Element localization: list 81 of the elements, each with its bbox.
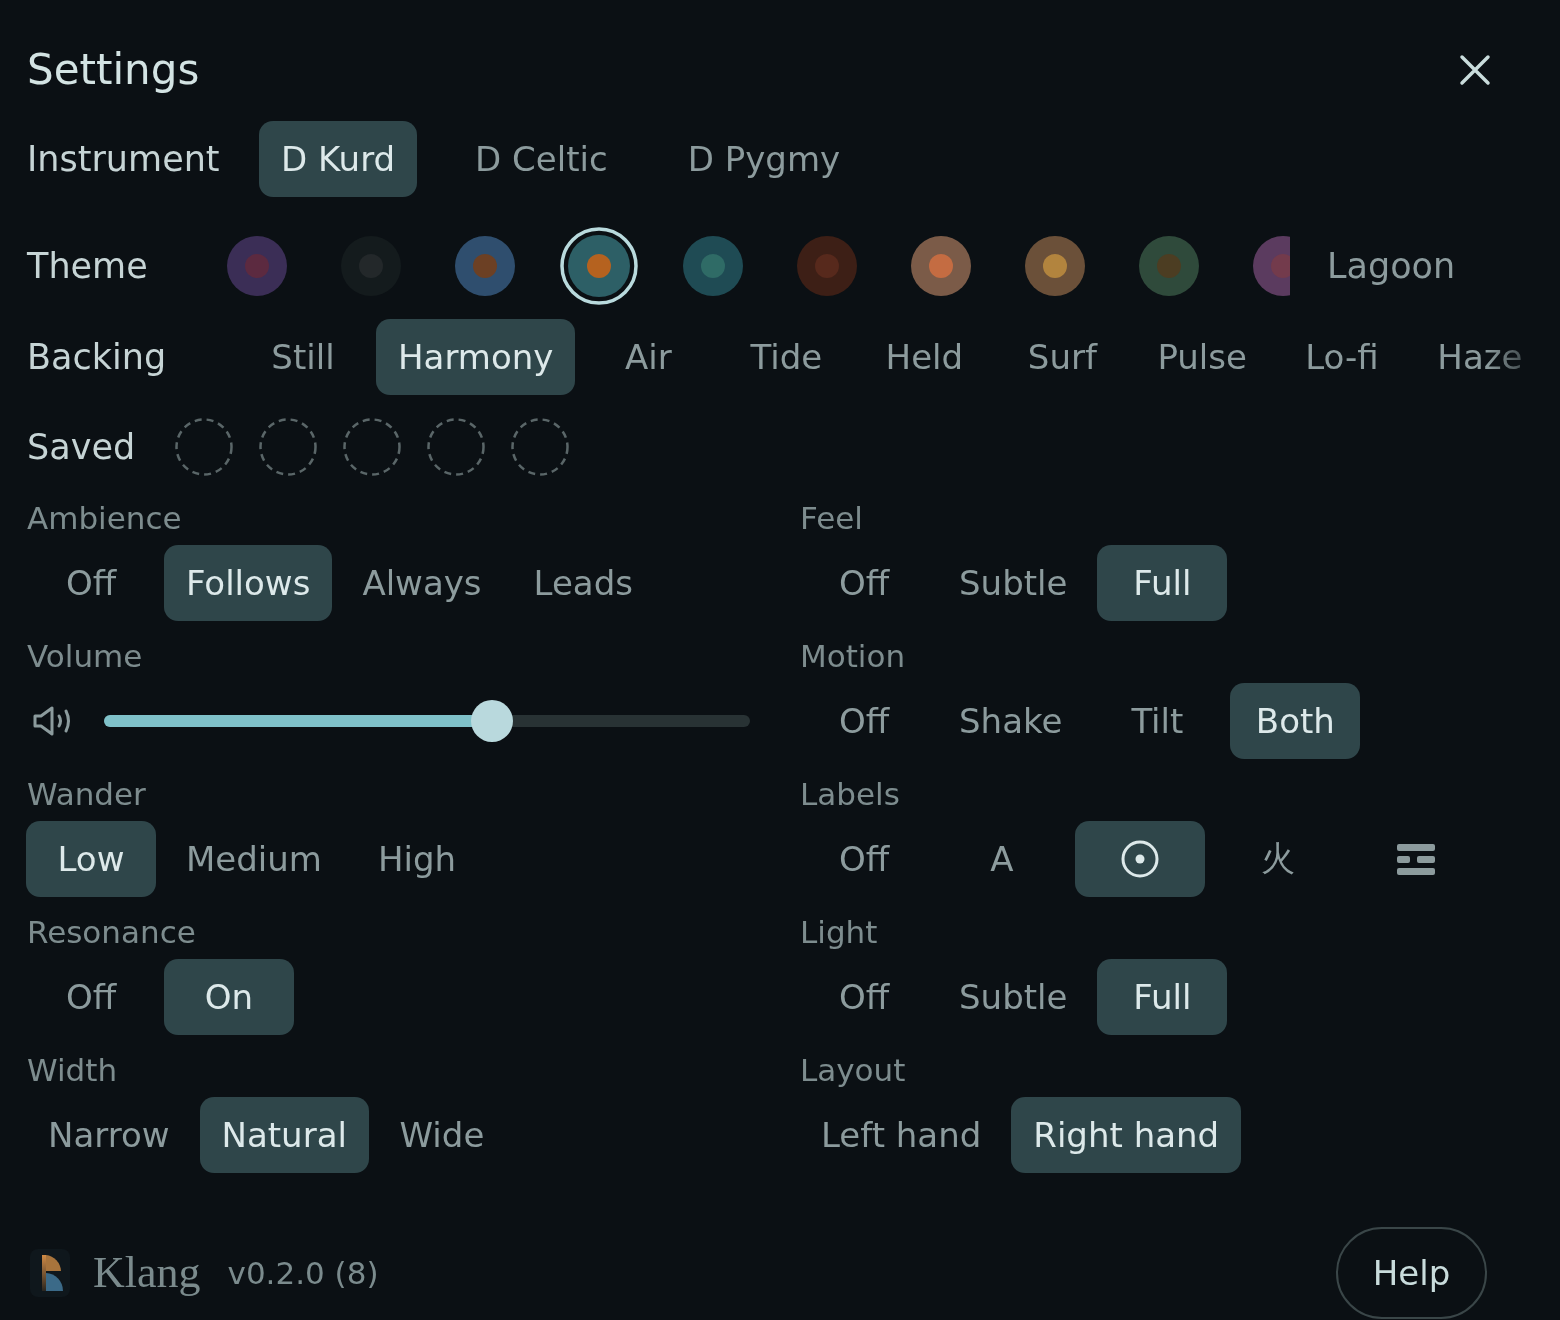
setting-option[interactable]: Leads bbox=[511, 545, 655, 621]
section-label: Feel bbox=[800, 500, 863, 536]
backing-option[interactable]: Harmony bbox=[376, 319, 576, 395]
close-icon bbox=[1458, 53, 1492, 87]
section-label: Light bbox=[800, 914, 878, 950]
setting-option[interactable]: Off bbox=[26, 959, 156, 1035]
setting-option[interactable]: Tilt bbox=[1092, 683, 1223, 759]
setting-option[interactable]: Right hand bbox=[1011, 1097, 1242, 1173]
setting-option[interactable]: Off bbox=[799, 683, 929, 759]
setting-option[interactable]: Off bbox=[26, 545, 156, 621]
section-label: Resonance bbox=[27, 914, 196, 950]
setting-option[interactable]: Off bbox=[799, 821, 929, 897]
setting-option[interactable]: Wide bbox=[376, 1097, 507, 1173]
setting-option[interactable]: Subtle bbox=[937, 545, 1090, 621]
backing-option[interactable]: Held bbox=[859, 319, 990, 395]
setting-option[interactable]: Subtle bbox=[937, 959, 1090, 1035]
empty-slot-icon[interactable] bbox=[343, 418, 401, 476]
theme-swatch-icon[interactable] bbox=[1025, 236, 1085, 296]
instrument-option[interactable]: D Pygmy bbox=[665, 121, 863, 197]
empty-slot-icon[interactable] bbox=[511, 418, 569, 476]
theme-swatch-icon[interactable] bbox=[455, 236, 515, 296]
setting-option[interactable]: A bbox=[937, 821, 1067, 897]
theme-swatch-icon[interactable] bbox=[797, 236, 857, 296]
empty-slot-icon[interactable] bbox=[427, 418, 485, 476]
setting-option[interactable]: Narrow bbox=[26, 1097, 192, 1173]
row-label: Backing bbox=[27, 336, 168, 379]
close-button[interactable] bbox=[1458, 53, 1492, 87]
bars-icon bbox=[1397, 843, 1435, 875]
theme-swatch-icon[interactable] bbox=[911, 236, 971, 296]
section-label: Width bbox=[27, 1052, 118, 1088]
setting-option[interactable]: Both bbox=[1230, 683, 1361, 759]
app-name: Klang bbox=[93, 1247, 201, 1299]
theme-swatch-icon[interactable] bbox=[1139, 236, 1199, 296]
backing-option[interactable]: Pulse bbox=[1135, 319, 1269, 395]
setting-option[interactable]: Follows bbox=[164, 545, 333, 621]
setting-option[interactable]: Off bbox=[799, 959, 929, 1035]
circle-dot-icon bbox=[1121, 840, 1159, 878]
setting-option[interactable]: Off bbox=[799, 545, 929, 621]
backing-option[interactable]: Tide bbox=[721, 319, 852, 395]
section-label: Ambience bbox=[27, 500, 182, 536]
row-label: Saved bbox=[27, 426, 137, 469]
setting-option[interactable] bbox=[1075, 821, 1205, 897]
backing-option[interactable]: Haze bbox=[1414, 319, 1545, 395]
setting-option[interactable]: Natural bbox=[199, 1097, 369, 1173]
row-label: Theme bbox=[27, 245, 149, 288]
setting-option[interactable]: 火 bbox=[1213, 821, 1343, 897]
empty-slot-icon[interactable] bbox=[175, 418, 233, 476]
backing-option[interactable]: Surf bbox=[997, 319, 1128, 395]
section-label: Labels bbox=[800, 776, 900, 812]
setting-option[interactable]: Full bbox=[1097, 959, 1228, 1035]
row-label: Instrument bbox=[27, 138, 221, 181]
theme-swatch-icon[interactable] bbox=[227, 236, 287, 296]
theme-swatch-icon[interactable] bbox=[560, 227, 638, 305]
section-label: Wander bbox=[27, 776, 146, 812]
setting-option[interactable]: Full bbox=[1097, 545, 1228, 621]
instrument-option[interactable]: D Celtic bbox=[453, 121, 630, 197]
empty-slot-icon[interactable] bbox=[259, 418, 317, 476]
backing-option[interactable]: Air bbox=[583, 319, 714, 395]
panel-title: Settings bbox=[27, 46, 200, 94]
theme-swatch-icon[interactable] bbox=[1253, 236, 1290, 296]
section-label: Motion bbox=[800, 638, 906, 674]
backing-option[interactable]: Still bbox=[238, 319, 368, 395]
setting-option[interactable]: Always bbox=[340, 545, 504, 621]
version-text: v0.2.0 (8) bbox=[227, 1255, 379, 1291]
slider-thumb[interactable] bbox=[470, 700, 513, 742]
setting-option[interactable]: Left hand bbox=[799, 1097, 1004, 1173]
setting-option[interactable]: Shake bbox=[937, 683, 1085, 759]
backing-option[interactable]: Lo-fi bbox=[1276, 319, 1407, 395]
setting-option[interactable]: Medium bbox=[164, 821, 344, 897]
help-button[interactable]: Help bbox=[1336, 1227, 1487, 1319]
setting-option[interactable]: Low bbox=[26, 821, 156, 897]
setting-option[interactable]: High bbox=[351, 821, 482, 897]
app-logo-icon bbox=[30, 1249, 70, 1297]
instrument-option[interactable]: D Kurd bbox=[259, 121, 418, 197]
section-label: Volume bbox=[27, 638, 143, 674]
theme-swatch-icon[interactable] bbox=[683, 236, 743, 296]
section-label: Layout bbox=[800, 1052, 906, 1088]
slider-track[interactable] bbox=[104, 700, 750, 742]
setting-option[interactable]: On bbox=[164, 959, 294, 1035]
theme-name: Lagoon bbox=[1327, 246, 1456, 286]
theme-swatch-icon[interactable] bbox=[341, 236, 401, 296]
